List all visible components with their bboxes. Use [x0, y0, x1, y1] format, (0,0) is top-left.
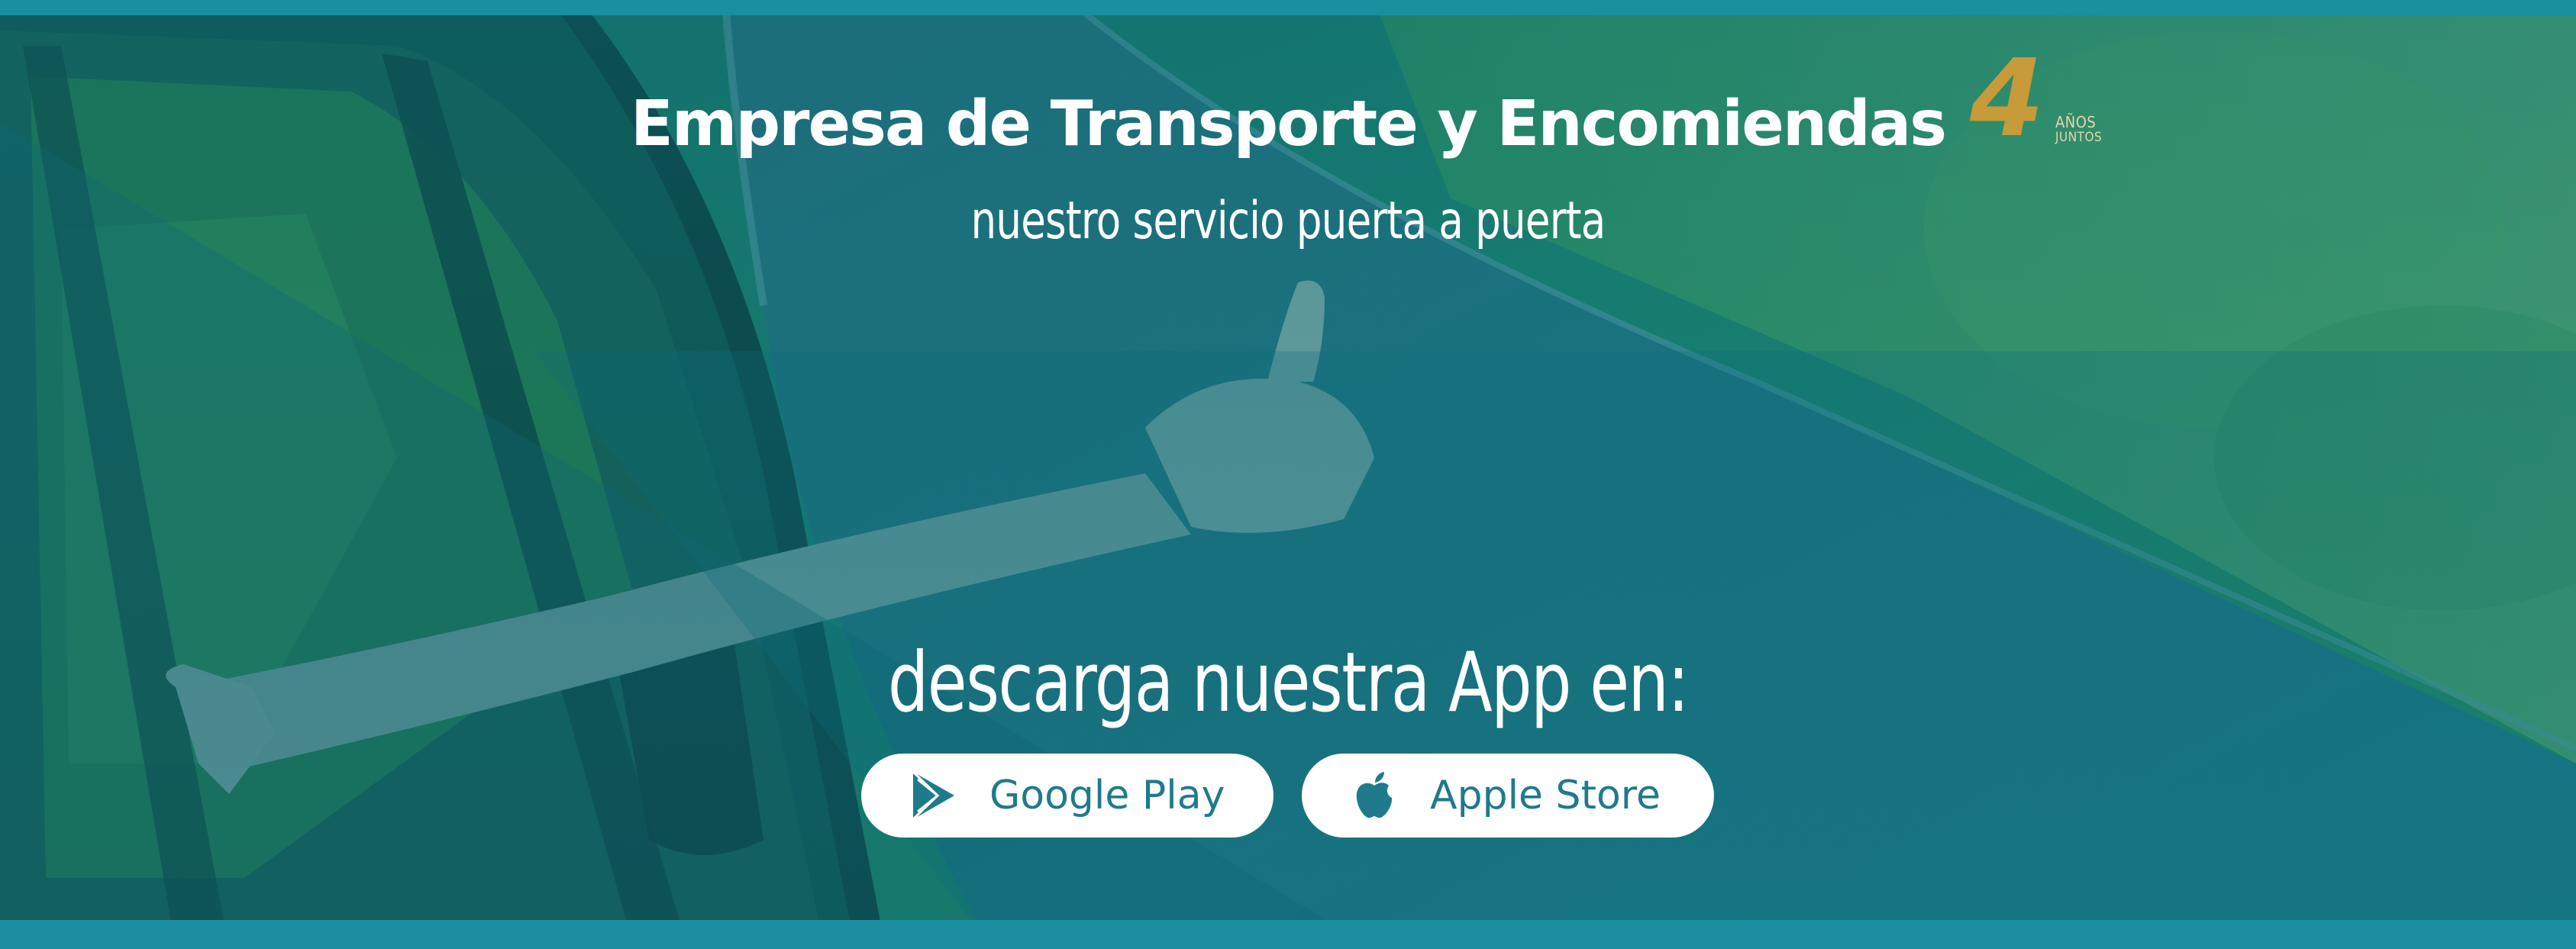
google-play-button[interactable]: Google Play: [861, 754, 1273, 838]
google-play-icon: [912, 770, 954, 821]
apple-icon: [1356, 772, 1393, 818]
hero-banner: Empresa de Transporte y Encomiendas nues…: [0, 0, 2576, 949]
anniversary-number: 4: [1970, 37, 2045, 161]
apple-store-label: Apple Store: [1430, 773, 1661, 818]
tagline: nuestro servicio puerta a puerta: [970, 191, 1606, 251]
bottom-accent-bar: [0, 920, 2576, 949]
anniversary-years-label: AÑOS: [2055, 113, 2097, 131]
anniversary-logo: 4 AÑOS JUNTOS: [1970, 46, 2107, 160]
google-play-label: Google Play: [989, 773, 1225, 818]
top-accent-bar: [0, 0, 2576, 15]
download-prompt: descarga nuestra App en:: [887, 635, 1690, 731]
page-title: Empresa de Transporte y Encomiendas: [630, 88, 1947, 160]
apple-store-button[interactable]: Apple Store: [1302, 754, 1714, 838]
anniversary-together-label: JUNTOS: [2055, 130, 2103, 145]
